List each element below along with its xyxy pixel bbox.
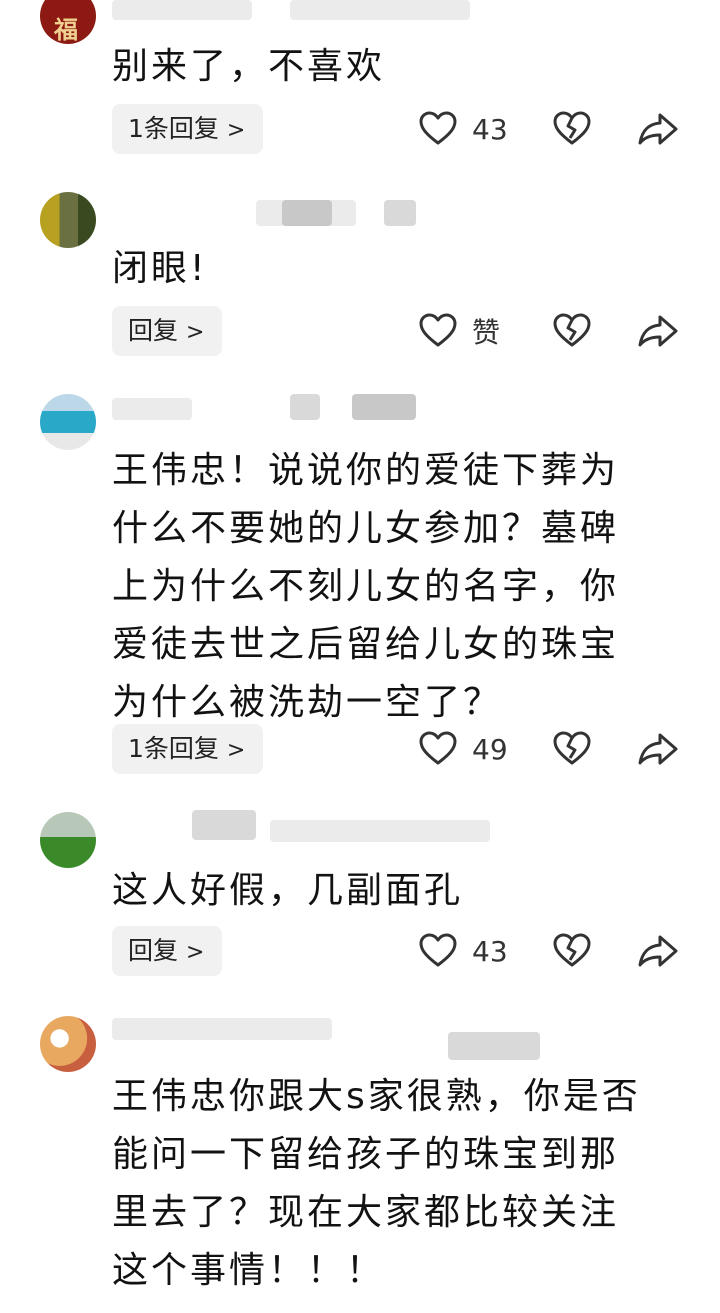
broken-heart-icon	[553, 111, 591, 145]
username-blurred	[112, 398, 192, 420]
heart-icon	[419, 731, 457, 765]
comment-text: 王伟忠！说说你的爱徒下葬为 什么不要她的儿女参加？墓碑 上为什么不刻儿女的名字，…	[112, 450, 620, 723]
meta-blurred	[352, 394, 416, 420]
dislike-button[interactable]	[552, 306, 592, 356]
broken-heart-icon	[553, 313, 591, 347]
chevron-right-icon: >	[186, 320, 205, 345]
like-count: 49	[472, 732, 508, 766]
username-blurred	[290, 394, 320, 420]
like-count: 43	[472, 934, 508, 968]
avatar-fu-glyph: 福	[54, 15, 78, 44]
reply-label: 1条回复	[128, 734, 219, 763]
username-blurred	[112, 1018, 332, 1040]
dislike-button[interactable]	[552, 724, 592, 774]
like-button[interactable]: 赞	[418, 306, 500, 356]
like-button[interactable]: 49	[418, 724, 508, 774]
username-blurred	[112, 0, 252, 20]
comment-text: 别来了，不喜欢	[112, 46, 386, 87]
dislike-button[interactable]	[552, 926, 592, 976]
broken-heart-icon	[553, 933, 591, 967]
chevron-right-icon: >	[226, 738, 246, 763]
username-blurred	[282, 200, 332, 226]
share-button[interactable]	[636, 306, 680, 356]
comment-text: 王伟忠你跟大s家很熟，你是否 能问一下留给孩子的珠宝到那 里去了？现在大家都比较…	[112, 1076, 641, 1291]
meta-blurred	[270, 820, 490, 842]
like-label: 赞	[472, 316, 501, 349]
heart-icon	[419, 313, 457, 347]
share-button[interactable]	[636, 724, 680, 774]
share-button[interactable]	[636, 926, 680, 976]
like-button[interactable]: 43	[418, 926, 508, 976]
avatar[interactable]	[40, 394, 96, 450]
heart-icon	[419, 933, 457, 967]
share-arrow-icon	[638, 113, 678, 145]
broken-heart-icon	[553, 731, 591, 765]
meta-blurred	[384, 200, 416, 226]
reply-label: 回复	[128, 936, 179, 965]
chevron-right-icon: >	[186, 940, 205, 965]
like-count: 43	[472, 112, 508, 146]
reply-button[interactable]: 1条回复 >	[112, 724, 264, 774]
dislike-button[interactable]	[552, 104, 592, 154]
reply-button[interactable]: 回复 >	[112, 926, 223, 976]
share-arrow-icon	[638, 315, 678, 347]
share-button[interactable]	[636, 104, 680, 154]
share-arrow-icon	[638, 935, 678, 967]
comment-text: 闭眼!	[112, 248, 208, 289]
reply-button[interactable]: 回复 >	[112, 306, 223, 356]
like-button[interactable]: 43	[418, 104, 508, 154]
heart-icon	[419, 111, 457, 145]
avatar[interactable]	[40, 192, 96, 248]
avatar[interactable]: 福	[40, 0, 96, 44]
reply-label: 1条回复	[128, 114, 219, 143]
chevron-right-icon: >	[226, 118, 246, 143]
avatar[interactable]	[40, 812, 96, 868]
username-blurred	[192, 810, 256, 840]
avatar[interactable]	[40, 1016, 96, 1072]
share-arrow-icon	[638, 733, 678, 765]
comment-text: 这人好假，几副面孔	[112, 870, 464, 911]
meta-blurred	[290, 0, 470, 20]
reply-label: 回复	[128, 316, 179, 345]
reply-button[interactable]: 1条回复 >	[112, 104, 264, 154]
meta-blurred	[448, 1032, 540, 1060]
